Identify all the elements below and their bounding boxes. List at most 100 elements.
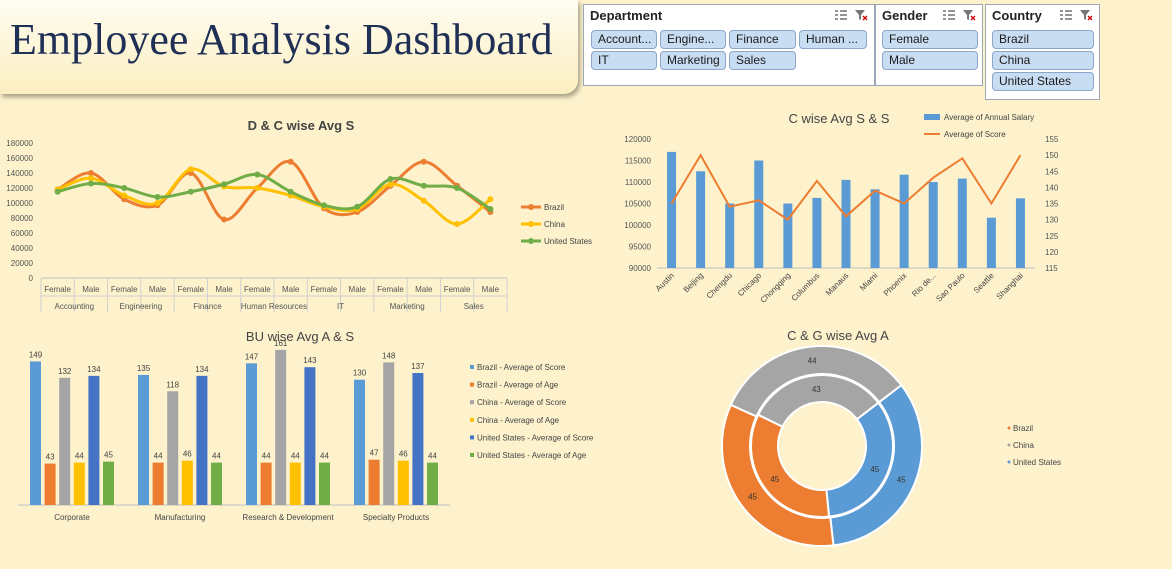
legend-label: China - Average of Score	[477, 398, 567, 407]
data-label: 44	[75, 452, 84, 461]
legend-label: Brazil - Average of Score	[477, 363, 566, 372]
y-tick-label: 120000	[6, 184, 33, 193]
legend-label: China	[544, 220, 565, 229]
data-label: 45	[104, 451, 113, 460]
y-tick-label: 160000	[6, 154, 33, 163]
salary-bar	[812, 197, 822, 268]
data-point	[454, 185, 461, 191]
data-label: 147	[245, 352, 259, 361]
x-tick-label: Miami	[858, 271, 880, 293]
bu-bar	[181, 460, 193, 505]
x-tick-label: Male	[82, 285, 100, 294]
bu-bar	[30, 361, 41, 505]
data-point	[187, 166, 194, 173]
data-label: 44	[291, 452, 300, 461]
y-tick-label: 40000	[11, 244, 34, 253]
legend-swatch	[470, 400, 474, 405]
x-tick-label: Male	[415, 285, 433, 294]
y-right-tick-label: 150	[1045, 151, 1059, 160]
x-tick-label: Female	[377, 285, 404, 294]
legend-marker	[528, 238, 534, 244]
y-tick-label: 20000	[11, 259, 34, 268]
bu-bar	[167, 391, 179, 505]
chart-title: C & G wise Avg A	[787, 328, 889, 343]
data-point	[454, 221, 461, 227]
x-tick-label: Rio de...	[910, 271, 937, 298]
x-tick-label: Phoenix	[882, 271, 909, 298]
legend-label: Brazil - Average of Age	[477, 381, 559, 390]
data-point	[87, 180, 94, 187]
y-tick-label: 0	[29, 274, 34, 283]
x-tick-label: Beijing	[682, 271, 705, 294]
data-label: 134	[87, 365, 101, 374]
data-label: 45	[870, 465, 879, 474]
salary-bar	[957, 178, 967, 268]
bu-bar	[246, 363, 257, 505]
x-group-label: Finance	[193, 302, 222, 311]
x-tick-label: Corporate	[54, 513, 90, 522]
y-right-tick-label: 115	[1045, 264, 1058, 273]
legend-label: United States - Average of Age	[477, 451, 587, 460]
data-point	[121, 192, 128, 199]
data-label: 143	[303, 356, 317, 365]
data-label: 44	[320, 452, 329, 461]
legend-swatch	[1007, 443, 1011, 447]
data-label: 44	[262, 452, 271, 461]
legend-swatch	[1007, 426, 1011, 430]
data-label: 149	[29, 350, 43, 359]
legend-label: China - Average of Age	[477, 416, 560, 425]
x-tick-label: Seattle	[972, 271, 996, 295]
bu-bar	[383, 362, 395, 505]
data-label: 135	[137, 364, 151, 373]
salary-bar	[899, 174, 909, 268]
data-label: 45	[770, 475, 779, 484]
bu-bar	[397, 460, 409, 505]
data-label: 44	[212, 452, 221, 461]
bu-bar	[44, 463, 56, 505]
x-group-label: Engineering	[120, 302, 163, 311]
legend-swatch	[470, 365, 474, 369]
y-right-tick-label: 155	[1045, 135, 1059, 144]
x-group-label: IT	[337, 302, 344, 311]
x-group-label: Accounting	[54, 302, 94, 311]
salary-bar	[754, 160, 764, 268]
x-tick-label: Male	[149, 285, 167, 294]
y-tick-label: 180000	[6, 139, 33, 148]
x-tick-label: Specialty Products	[363, 513, 429, 522]
y-tick-label: 100000	[6, 199, 33, 208]
x-tick-label: Research & Development	[242, 513, 334, 522]
legend-swatch	[1007, 460, 1011, 464]
x-group-label: Human Resources	[241, 302, 307, 311]
bu-bar	[304, 367, 316, 505]
bu-bar	[427, 462, 438, 505]
data-point	[387, 176, 394, 182]
data-point	[254, 185, 261, 191]
legend-label: United States	[1013, 458, 1061, 467]
salary-bar	[870, 189, 880, 268]
data-label: 43	[46, 453, 55, 462]
bu-bar	[319, 462, 330, 505]
data-point	[87, 175, 94, 182]
legend-label: United States	[544, 237, 592, 246]
y-left-tick-label: 90000	[629, 264, 652, 273]
y-tick-label: 140000	[6, 169, 33, 178]
bu-bar	[152, 462, 164, 505]
legend-label: Brazil	[1013, 424, 1033, 433]
x-tick-label: Columbus	[790, 271, 822, 303]
data-point	[154, 200, 161, 206]
data-point	[287, 158, 294, 165]
chart-title: D & C wise Avg S	[248, 118, 355, 133]
x-tick-label: Chongqing	[759, 271, 793, 305]
charts-layer: D & C wise Avg S 0 20000 40000 60000 80000 100…	[6, 111, 1061, 547]
salary-bar	[725, 203, 735, 268]
legend-marker	[528, 221, 534, 227]
data-point	[287, 188, 294, 195]
x-group-label: Sales	[464, 302, 484, 311]
data-point	[487, 196, 494, 203]
y-right-tick-label: 120	[1045, 248, 1059, 257]
x-tick-label: Austin	[654, 271, 676, 293]
data-point	[154, 194, 161, 200]
x-tick-label: Manufacturing	[155, 513, 206, 522]
x-tick-label: Male	[349, 285, 367, 294]
salary-bar	[841, 179, 851, 268]
